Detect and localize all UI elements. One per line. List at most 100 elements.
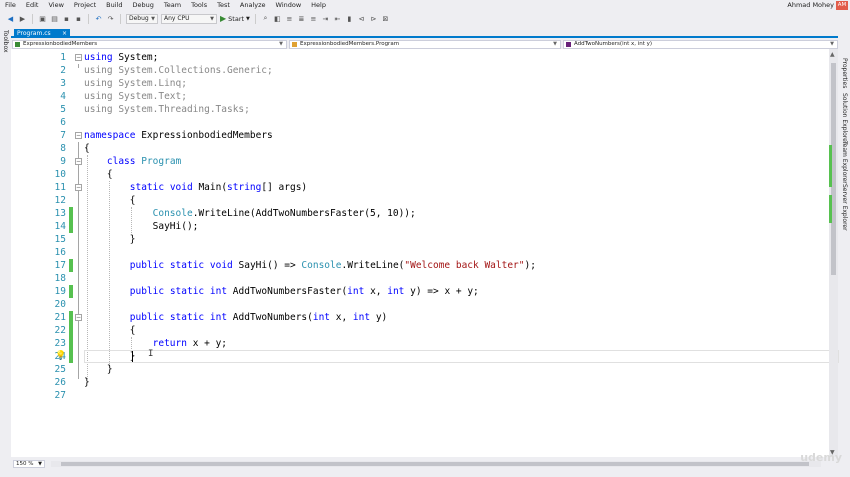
server-explorer-tab[interactable]: Server Explorer [841, 184, 848, 231]
code-line[interactable]: 12 { [11, 194, 829, 207]
menu-team[interactable]: Team [159, 0, 186, 11]
solution-explorer-tab[interactable]: Solution Explorer [841, 93, 848, 144]
change-marker [69, 285, 73, 298]
next-bookmark-icon[interactable]: ⊳ [369, 14, 378, 23]
platform-select[interactable]: Any CPU ▼ [161, 13, 217, 24]
method-icon [566, 42, 571, 47]
play-icon: ▶ [220, 14, 227, 23]
new-project-icon[interactable]: ▣ [38, 14, 47, 23]
chevron-down-icon: ▼ [553, 41, 557, 47]
collapse-icon[interactable]: − [75, 132, 82, 139]
menu-build[interactable]: Build [101, 0, 127, 11]
uncomment-icon[interactable]: ≡ [309, 14, 318, 23]
avatar[interactable]: AM [836, 1, 848, 10]
member-dropdown[interactable]: AddTwoNumbers(int x, int y) ▼ [563, 40, 838, 49]
code-line[interactable]: 13 Console.WriteLine(AddTwoNumbersFaster… [11, 207, 829, 220]
collapse-icon[interactable]: − [75, 314, 82, 321]
code-editor[interactable]: 1− using System; 2 using System.Collections… [11, 49, 839, 457]
menu-file[interactable]: File [0, 0, 21, 11]
tab-program-cs[interactable]: Program.cs × [14, 29, 70, 38]
code-line[interactable]: 5 using System.Threading.Tasks; [11, 103, 829, 116]
forward-icon[interactable]: ▶ [18, 14, 27, 23]
toolbox-tab[interactable]: Toolbox [2, 30, 9, 53]
menu-debug[interactable]: Debug [128, 0, 159, 11]
code-line[interactable]: 22 { [11, 324, 829, 337]
collapse-icon[interactable]: − [75, 184, 82, 191]
code-line[interactable]: 7 − namespace ExpressionbodiedMembers [11, 129, 829, 142]
back-icon[interactable]: ◀ [6, 14, 15, 23]
indent-icon[interactable]: ⇥ [321, 14, 330, 23]
code-line[interactable]: 18 [11, 272, 829, 285]
lightbulb-icon[interactable]: 💡 [55, 351, 66, 361]
code-line[interactable]: 23 return x + y; [11, 337, 829, 350]
code-line[interactable]: 11 − static void Main(string[] args) [11, 181, 829, 194]
code-line[interactable]: 26} [11, 376, 829, 389]
code-line[interactable]: 21 − public static int AddTwoNumbers(int … [11, 311, 829, 324]
code-line[interactable]: 27 [11, 389, 829, 402]
save-all-icon[interactable]: ▪ [74, 14, 83, 23]
menu-bar: File Edit View Project Build Debug Team … [0, 0, 850, 11]
scroll-up-icon[interactable]: ▲ [830, 51, 835, 58]
menu-window[interactable]: Window [271, 0, 307, 11]
code-text: SayHi(); [84, 221, 199, 232]
clear-bookmarks-icon[interactable]: ⊠ [381, 14, 390, 23]
zoom-select[interactable]: 150 % ▼ [13, 460, 45, 468]
line-number: 13 [54, 208, 66, 219]
undo-icon[interactable]: ↶ [94, 14, 103, 23]
align-icon[interactable]: ≡ [285, 14, 294, 23]
collapse-icon[interactable]: − [75, 54, 82, 61]
editor-bottom-bar: 150 % ▼ [11, 458, 829, 469]
menu-tools[interactable]: Tools [186, 0, 212, 11]
properties-tab[interactable]: Properties [841, 58, 848, 88]
open-file-icon[interactable]: ▤ [50, 14, 59, 23]
code-line[interactable]: 8{ [11, 142, 829, 155]
code-line[interactable]: 2 using System.Collections.Generic; [11, 64, 829, 77]
close-icon[interactable]: × [62, 29, 67, 38]
configuration-select[interactable]: Debug ▼ [126, 13, 158, 24]
bookmark-icon[interactable]: ◧ [273, 14, 282, 23]
outdent-icon[interactable]: ⇤ [333, 14, 342, 23]
code-line[interactable]: 6 [11, 116, 829, 129]
class-dropdown[interactable]: ExpressionbodiedMembers.Program ▼ [289, 40, 561, 49]
code-line[interactable]: 4 using System.Text; [11, 90, 829, 103]
code-line[interactable]: 3 using System.Linq; [11, 77, 829, 90]
collapse-icon[interactable]: − [75, 158, 82, 165]
menu-view[interactable]: View [43, 0, 68, 11]
member-dropdown-value: AddTwoNumbers(int x, int y) [574, 41, 653, 47]
code-line[interactable]: 14 SayHi(); [11, 220, 829, 233]
save-icon[interactable]: ▪ [62, 14, 71, 23]
redo-icon[interactable]: ↷ [106, 14, 115, 23]
change-marker [69, 259, 73, 272]
prev-bookmark-icon[interactable]: ⊲ [357, 14, 366, 23]
code-line[interactable]: 17 public static void SayHi() => Console… [11, 259, 829, 272]
comment-icon[interactable]: ≣ [297, 14, 306, 23]
vertical-scrollbar[interactable]: ▲ ▼ [829, 49, 838, 457]
code-line[interactable]: 20 [11, 298, 829, 311]
team-explorer-tab[interactable]: Team Explorer [841, 141, 848, 184]
start-button[interactable]: ▶ Start ▼ [220, 14, 250, 23]
toolbar-divider [254, 13, 256, 24]
code-text: { [84, 195, 136, 206]
code-line[interactable]: 19 public static int AddTwoNumbersFaster… [11, 285, 829, 298]
csharp-project-icon [15, 42, 20, 47]
horizontal-scrollbar[interactable] [51, 461, 821, 467]
scroll-thumb[interactable] [61, 462, 809, 466]
code-line[interactable]: 16 [11, 246, 829, 259]
menu-project[interactable]: Project [69, 0, 101, 11]
user-name[interactable]: Ahmad Mohey [787, 0, 834, 11]
find-icon[interactable]: ⌕ [261, 14, 270, 23]
code-line[interactable]: 1 − using System; [11, 51, 829, 64]
code-line[interactable]: 10 { [11, 168, 829, 181]
toggle-bookmark-icon[interactable]: ▮ [345, 14, 354, 23]
code-line[interactable]: 15 } [11, 233, 829, 246]
line-number: 4 [60, 91, 66, 102]
line-number: 14 [54, 221, 66, 232]
code-line[interactable]: 24 💡 } I [11, 349, 839, 363]
menu-edit[interactable]: Edit [21, 0, 44, 11]
menu-analyze[interactable]: Analyze [235, 0, 271, 11]
menu-help[interactable]: Help [306, 0, 331, 11]
project-dropdown[interactable]: ExpressionbodiedMembers ▼ [12, 40, 287, 49]
code-line[interactable]: 9 − class Program [11, 155, 829, 168]
menu-test[interactable]: Test [212, 0, 235, 11]
code-line[interactable]: 25 } [11, 363, 829, 376]
